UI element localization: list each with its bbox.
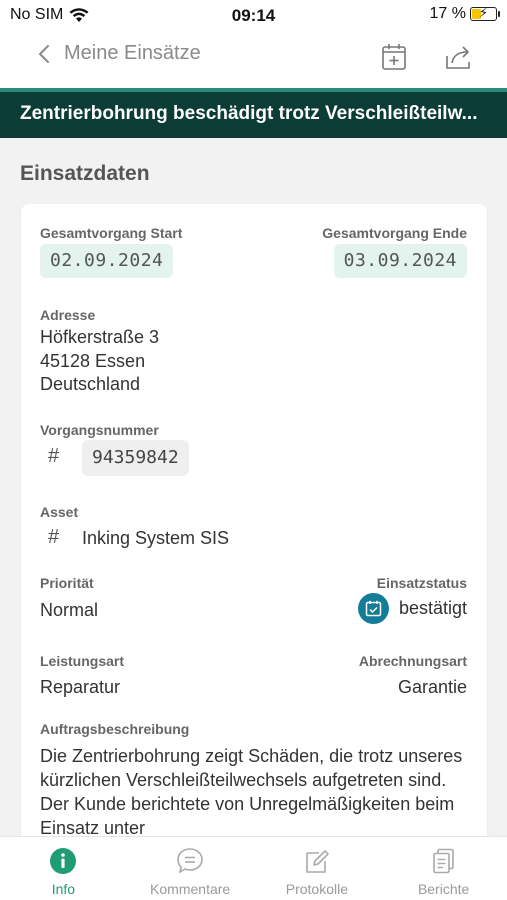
service-type-label: Leistungsart (40, 653, 125, 669)
tab-info[interactable]: Info (0, 837, 127, 900)
billing-type-label: Abrechnungsart (358, 653, 467, 669)
order-number-label: Vorgangsnummer (40, 422, 159, 438)
tab-protocols[interactable]: Protokolle (254, 837, 381, 900)
start-date-label: Gesamtvorgang Start (40, 225, 183, 241)
description-label: Auftragsbeschreibung (40, 721, 190, 737)
status-label: Einsatzstatus (376, 575, 467, 591)
status-value: bestätigt (398, 598, 467, 618)
calendar-check-icon (357, 593, 389, 624)
priority-value: Normal (40, 600, 99, 620)
battery-percentage: 17 % (429, 5, 466, 22)
order-number-value: 94359842 (82, 440, 189, 476)
description-text: Die Zentrierbohrung zeigt Schäden, die t… (40, 746, 463, 836)
share-icon[interactable] (443, 42, 473, 72)
section-title: Einsatzdaten (20, 162, 150, 185)
hash-icon: # (48, 526, 60, 548)
job-details-card: Gesamtvorgang Start 02.09.2024 Gesamtvor… (21, 204, 487, 836)
status-indicator: bestätigt (357, 593, 467, 624)
service-type-value: Reparatur (40, 677, 121, 697)
tab-label: Protokolle (285, 881, 348, 897)
tab-label: Kommentare (150, 881, 231, 897)
battery-icon: ⚡ (470, 6, 500, 21)
end-date-value: 03.09.2024 (333, 244, 467, 278)
job-title-banner: Zentrierbohrung beschädigt trotz Verschl… (0, 88, 507, 138)
back-button-label: Meine Einsätze (64, 42, 201, 64)
asset-value: Inking System SIS (82, 528, 230, 548)
tab-label: Info (51, 881, 76, 897)
nav-actions (379, 42, 473, 72)
hash-icon: # (48, 445, 60, 467)
status-bar-right: 17 % ⚡ (429, 5, 500, 23)
address-city: 45128 Essen (40, 351, 146, 371)
main-content[interactable]: Einsatzdaten Gesamtvorgang Start 02.09.2… (0, 138, 507, 836)
tab-reports[interactable]: Berichte (380, 837, 507, 900)
info-icon (50, 848, 77, 874)
status-bar: No SIM 09:14 17 % ⚡ (0, 0, 507, 32)
priority-label: Priorität (40, 575, 94, 591)
comment-icon (177, 848, 203, 874)
chevron-left-icon (39, 44, 49, 63)
calendar-add-icon[interactable] (379, 42, 409, 72)
navigation-bar: Meine Einsätze (0, 32, 507, 88)
tab-bar: Info Kommentare Protokolle Berichte (0, 836, 507, 900)
tab-label: Berichte (417, 881, 470, 897)
billing-type-value: Garantie (397, 677, 467, 697)
start-date-value: 02.09.2024 (40, 244, 174, 278)
screen: No SIM 09:14 17 % ⚡ Meine Einsätze Zentr… (0, 0, 507, 900)
documents-icon (432, 848, 454, 874)
address-street: Höfkerstraße 3 (40, 327, 160, 347)
address-label: Adresse (40, 307, 96, 323)
end-date-label: Gesamtvorgang Ende (322, 225, 467, 241)
edit-icon (306, 850, 329, 873)
tab-comments[interactable]: Kommentare (127, 837, 254, 900)
asset-label: Asset (40, 504, 79, 520)
back-button[interactable]: Meine Einsätze (38, 42, 201, 65)
address-country: Deutschland (40, 374, 141, 394)
